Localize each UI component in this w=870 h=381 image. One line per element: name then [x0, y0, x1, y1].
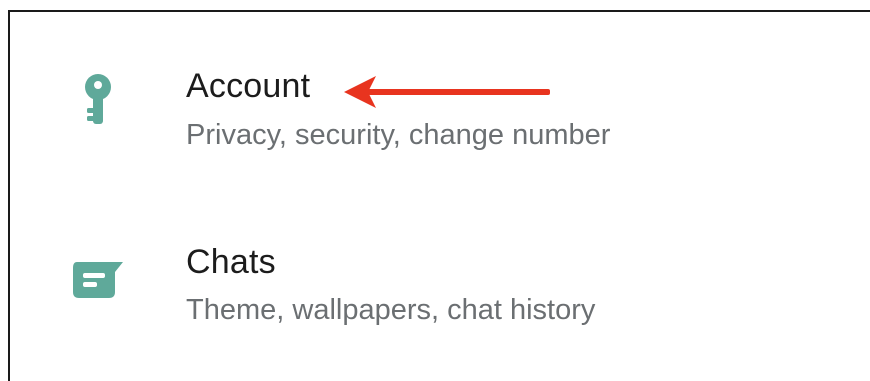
- settings-list: Account Privacy, security, change number…: [8, 10, 870, 381]
- settings-item-title: Chats: [186, 243, 276, 281]
- chat-icon: [70, 252, 126, 308]
- settings-item-account[interactable]: Account Privacy, security, change number: [10, 12, 870, 172]
- arrow-left-icon: [344, 76, 550, 108]
- key-icon: [70, 72, 126, 128]
- settings-item-title: Account: [186, 67, 311, 105]
- settings-item-chats[interactable]: Chats Theme, wallpapers, chat history: [10, 188, 870, 348]
- settings-item-subtitle: Theme, wallpapers, chat history: [186, 294, 596, 326]
- settings-item-subtitle: Privacy, security, change number: [186, 119, 611, 151]
